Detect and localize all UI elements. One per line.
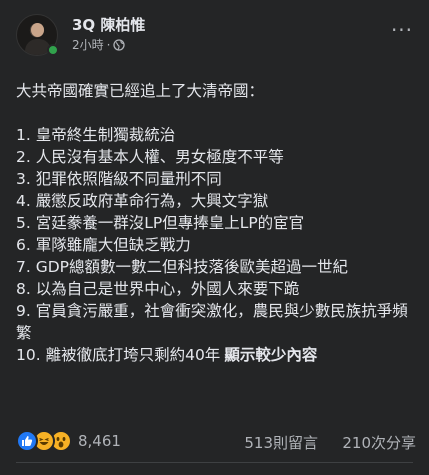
list-item: 8. 以為自己是世界中心，外國人來要下跪 — [16, 280, 300, 298]
list-item: 3. 犯罪依照階級不同量刑不同 — [16, 170, 222, 188]
list-item: 7. GDP總額數一數二但科技落後歐美超過一世紀 — [16, 258, 349, 276]
reaction-count: 8,461 — [78, 432, 121, 450]
list-item: 6. 軍隊雖龐大但缺乏戰力 — [16, 236, 191, 254]
like-icon — [16, 430, 38, 452]
shares-count[interactable]: 210次分享 — [342, 432, 416, 453]
list-item: 9. 官員貪污嚴重，社會衝突激化，農民與少數民族抗爭頻繁 — [16, 302, 408, 342]
post-meta: 2小時 · — [72, 36, 126, 53]
see-less-link[interactable]: 顯示較少內容 — [224, 346, 317, 364]
list-item: 2. 人民沒有基本人權、男女極度不平等 — [16, 148, 284, 166]
list-item: 4. 嚴懲反政府革命行為，大興文字獄 — [16, 192, 269, 210]
online-status-dot — [47, 44, 59, 56]
post-footer: 8,461 513則留言 210次分享 — [16, 426, 416, 456]
post-card: 3Q 陳柏惟 2小時 · ··· 大共帝國確實已經追上了大清帝國： 1. 皇帝終… — [0, 0, 429, 475]
post-timestamp[interactable]: 2小時 — [72, 36, 104, 53]
footer-divider — [16, 462, 413, 463]
list-item-last: 10. 離被徹底打垮只剩約40年 顯示較少內容 — [16, 344, 416, 366]
avatar-face — [31, 23, 44, 37]
post-intro: 大共帝國確實已經追上了大清帝國： — [16, 82, 265, 100]
reactions-summary[interactable]: 8,461 — [16, 429, 121, 453]
author-name[interactable]: 3Q 陳柏惟 — [72, 14, 145, 35]
list-item-text: 10. 離被徹底打垮只剩約40年 — [16, 346, 221, 364]
list-item: 5. 宮廷豢養一群沒LP但專捧皇上LP的宦官 — [16, 214, 305, 232]
globe-icon[interactable] — [113, 38, 126, 51]
meta-separator: · — [106, 37, 111, 52]
list-item: 1. 皇帝終生制獨裁統治 — [16, 126, 176, 144]
more-options-button[interactable]: ··· — [388, 16, 416, 44]
post-text: 大共帝國確實已經追上了大清帝國： 1. 皇帝終生制獨裁統治 2. 人民沒有基本人… — [16, 80, 416, 366]
comments-count[interactable]: 513則留言 — [244, 432, 318, 453]
post-header: 3Q 陳柏惟 2小時 · ··· — [16, 12, 416, 58]
